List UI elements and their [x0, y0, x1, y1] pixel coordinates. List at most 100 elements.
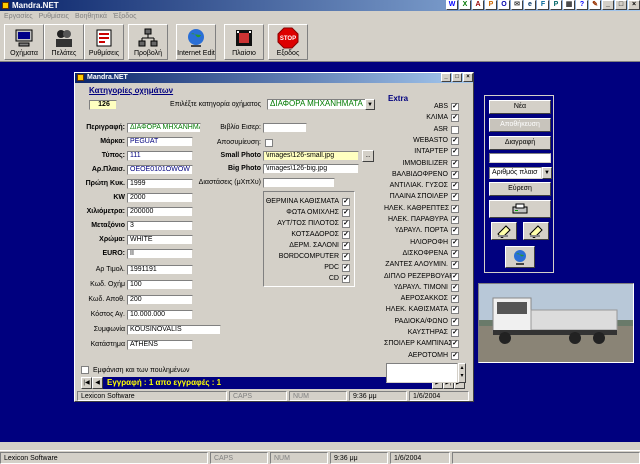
outlook-icon[interactable]: O: [498, 0, 510, 10]
field-input[interactable]: 1991191: [127, 265, 193, 275]
mail-icon[interactable]: ✉: [511, 0, 523, 10]
web-button[interactable]: [505, 246, 535, 268]
word-icon[interactable]: W: [446, 0, 458, 10]
delete-button[interactable]: Διαγραφή: [489, 136, 551, 150]
feature-checkbox[interactable]: ✓: [342, 231, 350, 239]
help-icon[interactable]: ?: [576, 0, 588, 10]
big-photo-field[interactable]: \images\126-big.jpg: [263, 164, 359, 174]
show-sold-checkbox[interactable]: [81, 366, 89, 374]
search-input[interactable]: [489, 153, 551, 163]
feature-checkbox[interactable]: ✓: [342, 209, 350, 217]
minimize-icon[interactable]: _: [602, 0, 614, 10]
extra-notes-field[interactable]: [386, 363, 458, 383]
new-button[interactable]: Νέα: [489, 100, 551, 114]
menu-item-settings[interactable]: Ρυθμίσεις: [39, 11, 69, 22]
extra-checkbox[interactable]: ✓: [451, 306, 459, 315]
field-input[interactable]: II: [127, 249, 193, 259]
note-button-1[interactable]: [491, 222, 517, 240]
feature-checkbox[interactable]: ✓: [342, 253, 350, 261]
field-input[interactable]: ATHENS: [127, 340, 193, 350]
extra-checkbox[interactable]: ✓: [451, 238, 459, 247]
extra-notes-scroll[interactable]: ▴ ▾: [458, 363, 466, 383]
field-input[interactable]: OEOE0101OWOW: [127, 165, 193, 175]
field-input[interactable]: 1999: [127, 179, 193, 189]
excel-icon[interactable]: X: [459, 0, 471, 10]
extra-checkbox[interactable]: ✓: [451, 103, 459, 111]
close-icon[interactable]: ×: [628, 0, 640, 10]
feature-checkbox[interactable]: ✓: [342, 242, 350, 250]
dimensions-field[interactable]: [263, 178, 335, 188]
settings-button[interactable]: Ρυθμίσεις: [84, 24, 124, 60]
feature-checkbox[interactable]: ✓: [342, 275, 350, 283]
field-input[interactable]: ΔΙΑΦΟΡΑ ΜΗΧΑΝΗΜΑΤΑ: [127, 123, 201, 133]
extra-checkbox[interactable]: ✓: [451, 193, 459, 202]
frontpage-icon[interactable]: F: [537, 0, 549, 10]
form-maximize-icon[interactable]: □: [452, 73, 462, 82]
frame-button[interactable]: Πλαίσιο: [224, 24, 264, 60]
category-dropdown-icon[interactable]: ▼: [365, 99, 375, 110]
extra-checkbox[interactable]: ✓: [451, 136, 459, 145]
prev-record-button[interactable]: ◀: [92, 377, 103, 389]
field-input[interactable]: 111: [127, 151, 193, 161]
extra-checkbox[interactable]: [451, 125, 459, 134]
internet-edit-button[interactable]: Internet Edit: [176, 24, 216, 60]
field-input[interactable]: PEGUAT: [127, 137, 193, 147]
maximize-icon[interactable]: □: [615, 0, 627, 10]
posted-checkbox[interactable]: [265, 139, 273, 147]
view-button[interactable]: Προβολή: [128, 24, 168, 60]
feature-checkbox[interactable]: ✓: [342, 264, 350, 272]
form-close-icon[interactable]: ×: [463, 73, 473, 82]
extra-checkbox[interactable]: ✓: [451, 295, 459, 304]
extra-checkbox[interactable]: ✓: [451, 216, 459, 224]
menu-item-tools[interactable]: Βοηθητικά: [75, 11, 107, 22]
extra-checkbox[interactable]: ✓: [451, 204, 459, 213]
customers-button[interactable]: Πελάτες: [44, 24, 84, 60]
publisher-icon[interactable]: P: [550, 0, 562, 10]
book-field[interactable]: [263, 123, 307, 133]
extra-checkbox[interactable]: ✓: [451, 227, 459, 236]
extra-checkbox[interactable]: ✓: [451, 261, 459, 270]
field-input[interactable]: WHITE: [127, 235, 193, 245]
print-button[interactable]: [489, 200, 551, 218]
save-button[interactable]: Αποθήκευση: [489, 118, 551, 132]
extra-checkbox[interactable]: ✓: [451, 148, 459, 157]
find-button[interactable]: Εύρεση: [489, 182, 551, 196]
category-code-field[interactable]: 126: [89, 100, 117, 110]
extra-checkbox[interactable]: ✓: [451, 329, 459, 337]
menu-item-tasks[interactable]: Εργασίες: [4, 11, 33, 22]
extra-checkbox[interactable]: ✓: [451, 317, 459, 326]
feature-checkbox[interactable]: ✓: [342, 220, 350, 228]
field-input[interactable]: 2000: [127, 193, 193, 203]
category-select[interactable]: ΔΙΑΦΟΡΑ ΜΗΧΑΝΗΜΑΤΑ: [267, 99, 375, 110]
note-button-2[interactable]: [523, 222, 549, 240]
feature-checkbox[interactable]: ✓: [342, 198, 350, 206]
field-input[interactable]: KOUSINOVALIS: [127, 325, 221, 335]
search-by-dropdown-icon[interactable]: ▼: [542, 167, 552, 179]
vehicles-button[interactable]: Οχήματα: [4, 24, 44, 60]
field-input[interactable]: 10.000.000: [127, 310, 193, 320]
search-by-select[interactable]: Αριθμός πλαισ: [489, 167, 542, 179]
extra-checkbox[interactable]: ✓: [451, 340, 459, 349]
menu-item-exit[interactable]: Έξοδος: [113, 11, 137, 22]
exit-button[interactable]: STOP Εξοδος: [268, 24, 308, 60]
field-input[interactable]: 200000: [127, 207, 193, 217]
calculator-icon[interactable]: ▦: [563, 0, 575, 10]
field-input[interactable]: 100: [127, 280, 193, 290]
explorer-icon[interactable]: e: [524, 0, 536, 10]
powerpoint-icon[interactable]: P: [485, 0, 497, 10]
access-icon[interactable]: A: [472, 0, 484, 10]
first-record-button[interactable]: |◀: [81, 377, 92, 389]
tools-icon[interactable]: ✎: [589, 0, 601, 10]
browse-button[interactable]: ...: [362, 150, 374, 162]
extra-checkbox[interactable]: ✓: [451, 170, 459, 179]
extra-checkbox[interactable]: ✓: [451, 159, 459, 168]
field-input[interactable]: 3: [127, 221, 193, 231]
field-input[interactable]: 200: [127, 295, 193, 305]
extra-checkbox[interactable]: ✓: [451, 351, 459, 360]
extra-checkbox[interactable]: ✓: [451, 283, 459, 292]
small-photo-field[interactable]: \images\126-small.jpg: [263, 151, 359, 161]
extra-checkbox[interactable]: ✓: [451, 114, 459, 123]
extra-checkbox[interactable]: ✓: [451, 249, 459, 258]
extra-checkbox[interactable]: ✓: [451, 182, 459, 191]
form-minimize-icon[interactable]: _: [441, 73, 451, 82]
